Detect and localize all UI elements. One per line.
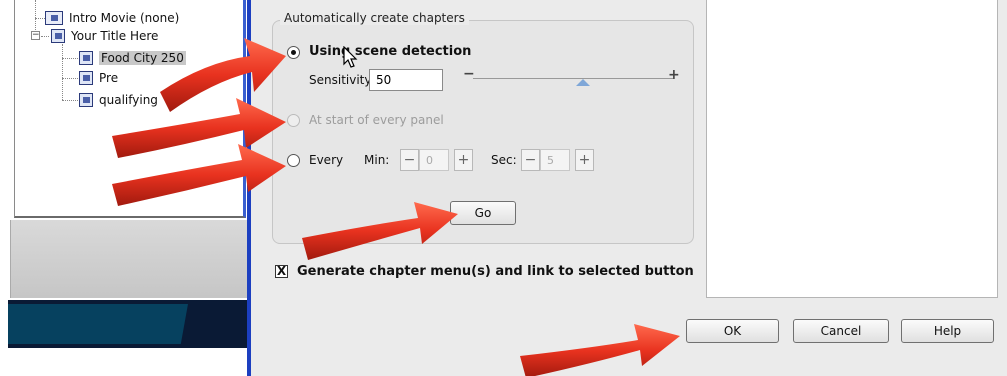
- sensitivity-label: Sensitivity:: [309, 73, 375, 87]
- min-increment-button[interactable]: +: [454, 149, 473, 171]
- sec-decrement-button[interactable]: −: [521, 149, 540, 171]
- sec-field[interactable]: 5: [540, 149, 570, 171]
- tree-item-qualifying[interactable]: qualifying: [79, 91, 158, 109]
- chapter-icon: [79, 93, 93, 107]
- chapter-tree-panel: − Intro Movie (none) Your Title Here Foo…: [0, 0, 256, 376]
- go-button[interactable]: Go: [450, 201, 516, 225]
- sec-increment-button[interactable]: +: [575, 149, 594, 171]
- tree-item-pre[interactable]: Pre: [79, 69, 118, 87]
- preview-strip: [8, 300, 250, 348]
- tree-item-label: Pre: [99, 71, 119, 85]
- minus-icon[interactable]: −: [463, 66, 475, 82]
- tree-item-label: Intro Movie (none): [69, 11, 180, 25]
- tree-view: − Intro Movie (none) Your Title Here Foo…: [14, 0, 246, 218]
- preview-thumbnail: [8, 304, 188, 344]
- every-panel-label: At start of every panel: [309, 113, 444, 127]
- tree-item-label: qualifying: [99, 93, 158, 107]
- group-title: Automatically create chapters: [280, 11, 469, 25]
- help-button[interactable]: Help: [901, 319, 994, 343]
- menu-icon: [51, 29, 65, 43]
- sensitivity-slider[interactable]: [473, 78, 673, 79]
- tree-item-label: Food City 250: [99, 51, 186, 65]
- auto-chapters-dialog: Using scene detection Sensitivity: − + A…: [251, 0, 1007, 376]
- sec-label: Sec:: [491, 153, 517, 167]
- tree-connector: [62, 78, 78, 79]
- preview-header-band: D: [10, 220, 256, 298]
- every-panel-radio[interactable]: [287, 114, 300, 127]
- every-interval-radio[interactable]: [287, 154, 300, 167]
- tree-connector: [41, 36, 49, 37]
- tree-item-label: Your Title Here: [71, 29, 159, 43]
- min-decrement-button[interactable]: −: [400, 149, 419, 171]
- tree-item-intro-movie[interactable]: Intro Movie (none): [45, 9, 179, 27]
- sensitivity-input[interactable]: [369, 69, 443, 91]
- chapter-list-box[interactable]: [706, 0, 998, 298]
- chapter-icon: [79, 51, 93, 65]
- scene-detection-radio[interactable]: [287, 46, 300, 59]
- generate-menus-label[interactable]: Generate chapter menu(s) and link to sel…: [297, 264, 694, 279]
- movie-icon: [45, 11, 63, 25]
- chapter-icon: [79, 71, 93, 85]
- plus-icon[interactable]: +: [668, 67, 680, 83]
- generate-menus-checkbox[interactable]: X: [275, 265, 288, 278]
- tree-connector: [62, 58, 78, 59]
- scene-detection-label[interactable]: Using scene detection: [309, 44, 471, 59]
- tree-connector: [62, 100, 78, 101]
- min-label: Min:: [364, 153, 390, 167]
- every-label: Every: [309, 153, 344, 167]
- auto-chapters-group: Using scene detection Sensitivity: − + A…: [272, 20, 694, 244]
- cancel-button[interactable]: Cancel: [793, 319, 889, 343]
- sensitivity-slider-thumb[interactable]: [576, 79, 590, 86]
- tree-item-title-menu[interactable]: Your Title Here: [51, 27, 158, 45]
- tree-connector: [62, 44, 63, 100]
- collapse-icon[interactable]: −: [31, 31, 40, 40]
- mouse-cursor-icon: [343, 46, 358, 68]
- ok-button[interactable]: OK: [686, 319, 779, 343]
- min-field[interactable]: 0: [419, 149, 449, 171]
- tree-item-food-city[interactable]: Food City 250: [79, 49, 186, 67]
